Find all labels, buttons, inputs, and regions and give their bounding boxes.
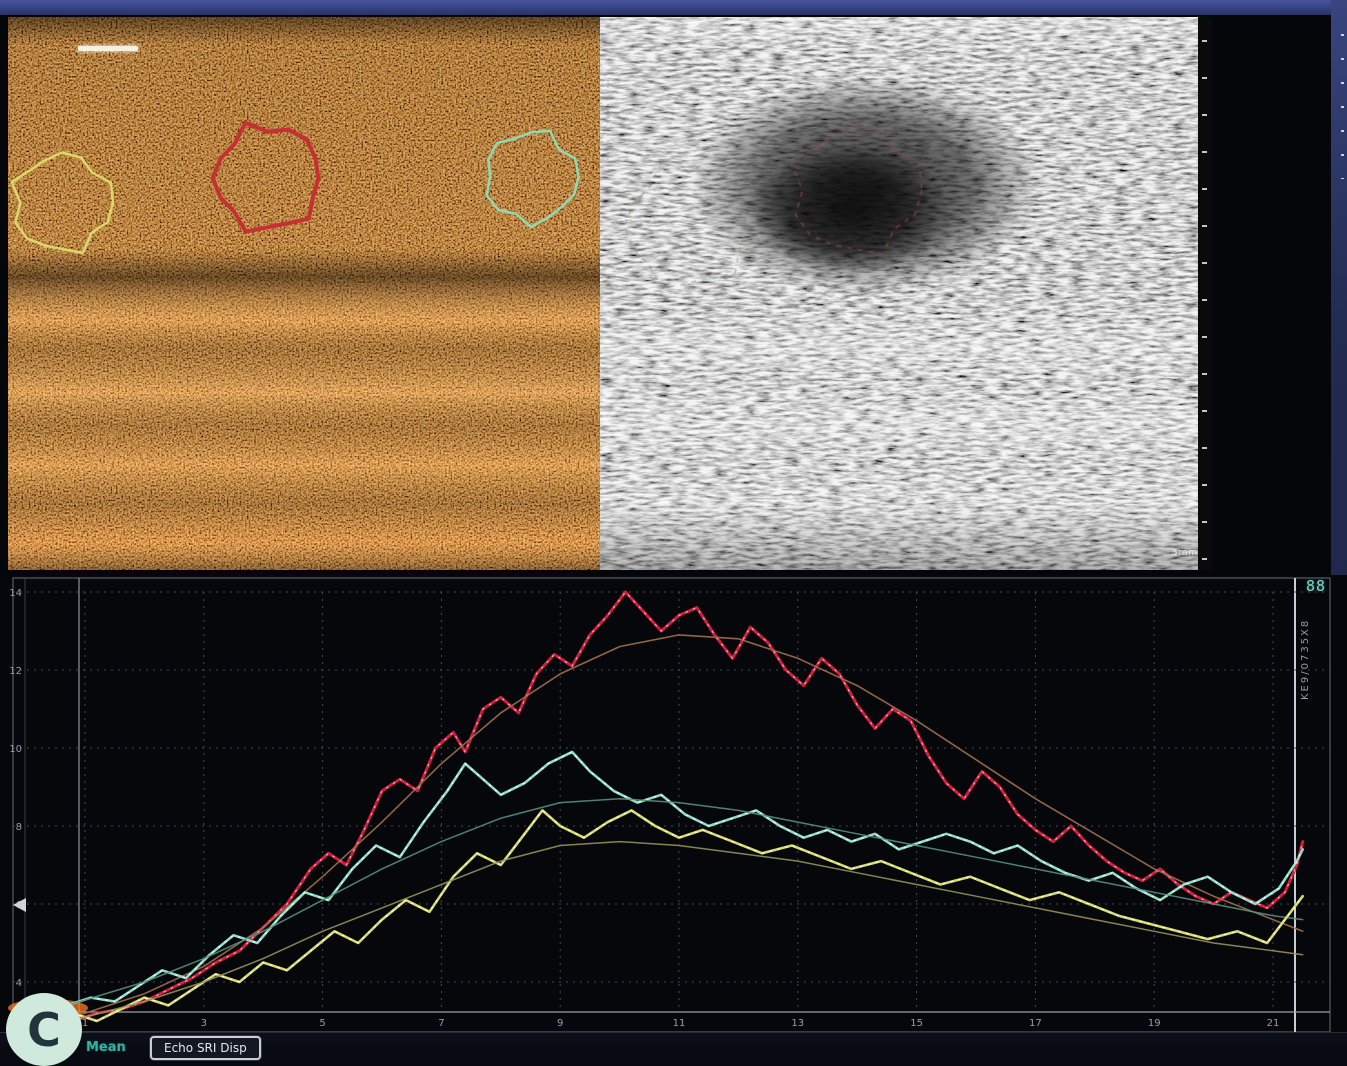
figure-label-badge: C — [6, 993, 82, 1066]
echo-sri-disp-button[interactable]: Echo SRI Disp — [150, 1036, 261, 1060]
right-vertical-label: KE9/0735X8 — [1300, 619, 1311, 700]
tic-chart-area[interactable]: 13579111315171921141210864 Echo Mean (li… — [0, 575, 1347, 1066]
tic-chart[interactable]: 13579111315171921141210864 — [0, 575, 1347, 1066]
ceus-speckle-image — [8, 17, 600, 570]
ultrasound-workstation-screen: 5mm 13579111315171921141210864 Echo Mean… — [0, 0, 1347, 1066]
svg-text:14: 14 — [9, 588, 22, 599]
svg-text:19: 19 — [1148, 1018, 1161, 1029]
svg-text:8: 8 — [16, 822, 22, 833]
svg-text:15: 15 — [910, 1018, 923, 1029]
grid-dots-icon[interactable]: 88 — [1306, 577, 1326, 595]
ceus-image-panel[interactable] — [8, 17, 600, 570]
right-depth-ruler — [1341, 34, 1344, 179]
svg-text:4: 4 — [16, 978, 22, 989]
svg-text:1: 1 — [82, 1018, 88, 1029]
svg-text:11: 11 — [673, 1018, 686, 1029]
svg-text:3: 3 — [201, 1018, 207, 1029]
svg-text:13: 13 — [791, 1018, 804, 1029]
bmode-speckle-image — [600, 17, 1212, 570]
svg-text:5: 5 — [319, 1018, 325, 1029]
svg-text:17: 17 — [1029, 1018, 1042, 1029]
tab-mean[interactable]: Mean — [86, 1040, 126, 1055]
svg-text:21: 21 — [1267, 1018, 1280, 1029]
bmode-scale-label: 5mm — [1172, 548, 1198, 558]
bmode-image-panel[interactable]: 5mm — [600, 17, 1212, 570]
svg-text:7: 7 — [438, 1018, 444, 1029]
svg-text:12: 12 — [9, 666, 22, 677]
svg-text:10: 10 — [9, 744, 22, 755]
svg-text:9: 9 — [557, 1018, 563, 1029]
figure-label: C — [27, 1007, 61, 1053]
ceus-scale-bar-icon — [78, 46, 138, 51]
window-title-bar — [0, 0, 1347, 15]
